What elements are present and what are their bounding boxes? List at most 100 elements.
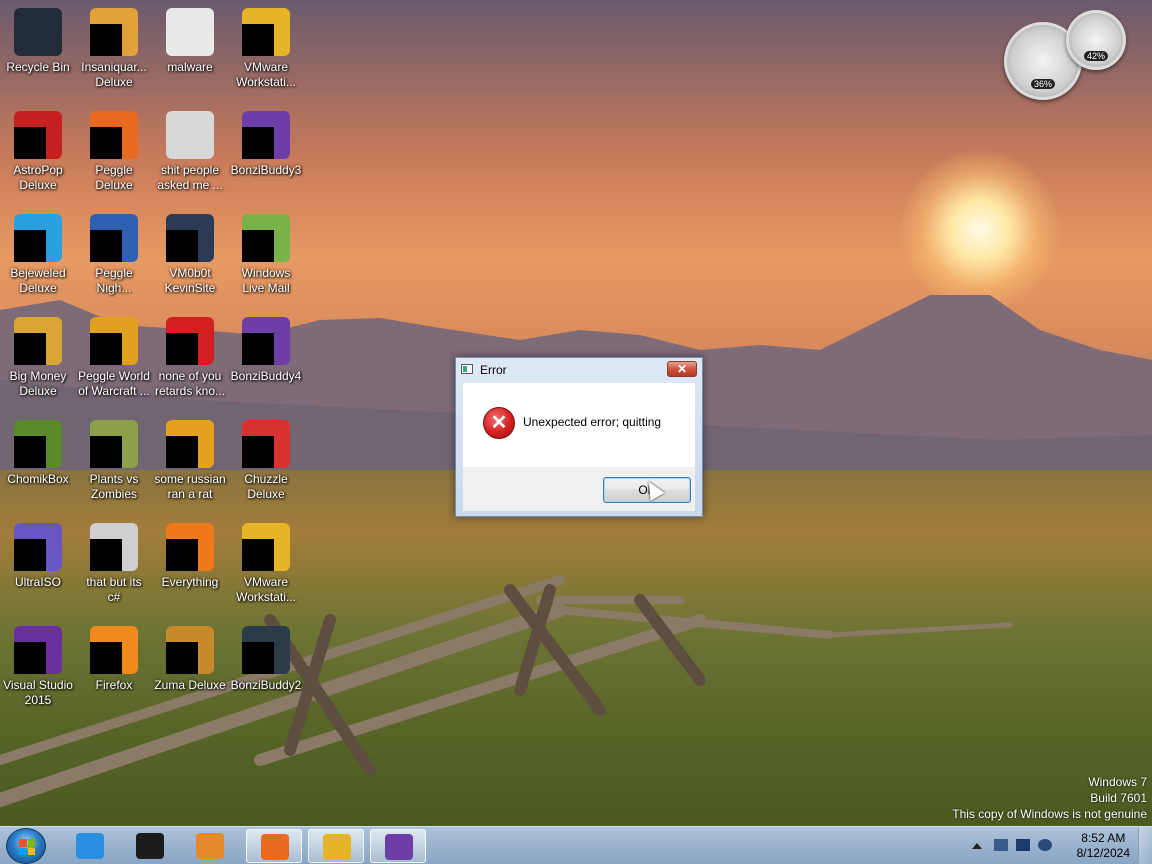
black-box-icon (136, 833, 164, 859)
desktop-icon[interactable]: AstroPop Deluxe (0, 107, 76, 207)
recycle-bin-icon (14, 8, 62, 56)
volume-icon[interactable] (1038, 839, 1052, 851)
clock[interactable]: 8:52 AM 8/12/2024 (1077, 831, 1130, 861)
folder-icon (166, 8, 214, 56)
vmware-icon (323, 834, 351, 860)
desktop-icon[interactable]: Zuma Deluxe (152, 622, 228, 722)
redaction-block (90, 24, 122, 56)
vm-site-icon (166, 214, 214, 262)
vmware-icon (242, 8, 290, 56)
desktop-icon[interactable]: Visual Studio 2015 (0, 622, 76, 722)
taskbar-bonzibuddy[interactable] (370, 829, 426, 863)
desktop-icon-label: that but its c# (86, 575, 142, 604)
network-icon[interactable] (1016, 839, 1030, 851)
desktop-icon-label: VMware Workstati... (236, 575, 296, 604)
redaction-block (14, 333, 46, 365)
windows-logo-icon (19, 839, 35, 855)
error-message: Unexpected error; quitting (523, 415, 662, 429)
desktop-icon-label: Visual Studio 2015 (3, 678, 73, 707)
taskbar-firefox[interactable] (246, 829, 302, 863)
show-hidden-icons-icon[interactable] (972, 843, 982, 849)
media-player-icon (196, 833, 224, 859)
desktop-icon[interactable]: VMware Workstati... (228, 4, 304, 104)
desktop-icon[interactable]: BonziBuddy3 (228, 107, 304, 207)
taskbar-black-box[interactable] (122, 829, 178, 863)
start-button[interactable] (6, 828, 46, 864)
redaction-block (14, 436, 46, 468)
desktop-icon-label: some russian ran a rat (154, 472, 226, 501)
desktop-icon[interactable]: none of you retards kno... (152, 313, 228, 413)
desktop-icon[interactable]: Insaniquar... Deluxe (76, 4, 152, 104)
desktop-icon[interactable]: malware (152, 4, 228, 104)
desktop-icon[interactable]: that but its c# (76, 519, 152, 619)
desktop-icon-label: BonziBuddy3 (230, 163, 302, 177)
live-mail-icon (242, 214, 290, 262)
desktop-icon-label: Peggle World of Warcraft ... (78, 369, 150, 398)
desktop-icon[interactable]: Peggle Nigh... (76, 210, 152, 310)
vmware-icon (242, 523, 290, 571)
desktop-icon[interactable]: BonziBuddy4 (228, 313, 304, 413)
desktop-icon[interactable]: ChomikBox (0, 416, 76, 516)
dialog-title: Error (480, 363, 507, 377)
desktop-icon[interactable]: Big Money Deluxe (0, 313, 76, 413)
zuma-icon (166, 626, 214, 674)
desktop-icon[interactable]: VM0b0t KevinSite (152, 210, 228, 310)
taskbar-internet-explorer[interactable] (62, 829, 118, 863)
desktop-icon[interactable]: Windows Live Mail (228, 210, 304, 310)
desktop-icon-label: Firefox (95, 678, 133, 692)
redaction-block (90, 436, 122, 468)
system-tray: 8:52 AM 8/12/2024 (972, 827, 1152, 864)
desktop-icon[interactable]: VMware Workstati... (228, 519, 304, 619)
desktop-icon-label: malware (167, 60, 213, 74)
everything-search-icon (166, 523, 214, 571)
desktop-icon-label: Zuma Deluxe (154, 678, 226, 692)
taskbar-vmware[interactable] (308, 829, 364, 863)
desktop-icon[interactable]: Everything (152, 519, 228, 619)
error-dialog[interactable]: Error ✕ ✕ Unexpected error; quitting OK (455, 357, 703, 517)
desktop-icon-label: BonziBuddy2 (230, 678, 302, 692)
desktop-icon[interactable]: Plants vs Zombies (76, 416, 152, 516)
astropop-icon (14, 111, 62, 159)
watermark-os: Windows 7 (1088, 775, 1147, 789)
desktop-icon-label: Peggle Nigh... (95, 266, 133, 295)
redaction-block (242, 436, 274, 468)
desktop-icon-label: AstroPop Deluxe (13, 163, 63, 192)
desktop-icon[interactable]: UltraISO (0, 519, 76, 619)
desktop-icon-label: Insaniquar... Deluxe (81, 60, 147, 89)
desktop[interactable]: Recycle Bin Insaniquar... Deluxe malware VM… (0, 0, 1152, 826)
action-center-icon[interactable] (994, 839, 1008, 851)
redaction-block (14, 230, 46, 262)
desktop-icon[interactable]: Peggle World of Warcraft ... (76, 313, 152, 413)
redaction-block (166, 436, 198, 468)
taskbar-media-player[interactable] (182, 829, 238, 863)
clock-date: 8/12/2024 (1076, 846, 1130, 860)
bonzibuddy-icon (385, 834, 413, 860)
desktop-icon[interactable]: BonziBuddy2 (228, 622, 304, 722)
desktop-icon-label: shit people asked me ... (157, 163, 223, 192)
sun (900, 150, 1060, 310)
redaction-block (14, 642, 46, 674)
watermark-genuine-notice: This copy of Windows is not genuine (952, 807, 1147, 821)
redaction-block (90, 127, 122, 159)
ram-meter-gadget[interactable]: 42% (1066, 10, 1126, 70)
close-button[interactable]: ✕ (667, 361, 697, 377)
desktop-icon[interactable]: shit people asked me ... (152, 107, 228, 207)
desktop-icon[interactable]: some russian ran a rat (152, 416, 228, 516)
dialog-titlebar[interactable]: Error ✕ (456, 358, 702, 382)
redaction-block (90, 539, 122, 571)
desktop-icon[interactable]: Firefox (76, 622, 152, 722)
bonzibuddy-icon (242, 317, 290, 365)
desktop-icon[interactable]: Bejeweled Deluxe (0, 210, 76, 310)
desktop-icon-label: Everything (161, 575, 219, 589)
red-swirl-icon (166, 317, 214, 365)
bejeweled-icon (14, 214, 62, 262)
redaction-block (14, 539, 46, 571)
watermark-build: Build 7601 (1090, 791, 1147, 805)
desktop-icon[interactable]: Peggle Deluxe (76, 107, 152, 207)
firefox-icon (90, 626, 138, 674)
show-desktop-button[interactable] (1138, 827, 1152, 864)
desktop-icon-label: VM0b0t KevinSite (164, 266, 216, 295)
desktop-icon[interactable]: Chuzzle Deluxe (228, 416, 304, 516)
desktop-icon[interactable]: Recycle Bin (0, 4, 76, 104)
firefox-icon (261, 834, 289, 860)
